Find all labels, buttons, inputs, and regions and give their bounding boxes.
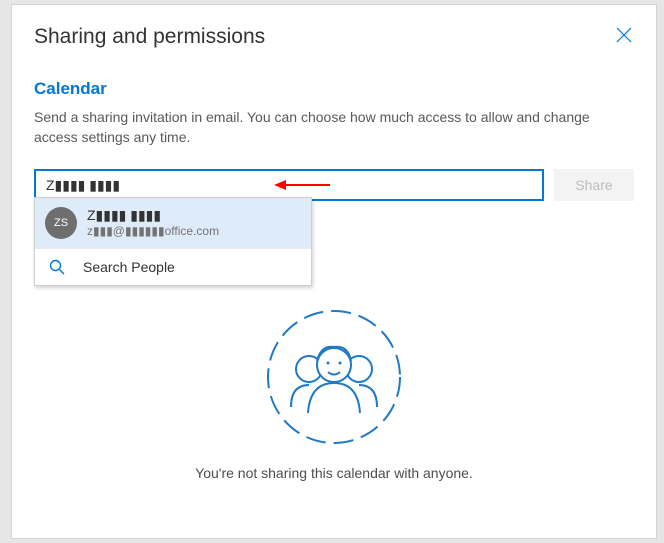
search-people-item[interactable]: Search People <box>35 248 311 285</box>
section-subtitle: Calendar <box>34 79 634 99</box>
search-people-label: Search People <box>83 259 175 275</box>
suggestion-item[interactable]: ZS Z▮▮▮▮ ▮▮▮▮ z▮▮▮@▮▮▮▮▮▮office.com <box>35 198 311 248</box>
suggestion-text: Z▮▮▮▮ ▮▮▮▮ z▮▮▮@▮▮▮▮▮▮office.com <box>87 206 219 240</box>
search-icon <box>49 259 65 275</box>
panel-header: Sharing and permissions <box>34 25 634 49</box>
suggestion-email: z▮▮▮@▮▮▮▮▮▮office.com <box>87 224 219 240</box>
empty-state-text: You're not sharing this calendar with an… <box>195 465 473 481</box>
close-icon[interactable] <box>614 25 634 48</box>
people-suggestions-dropdown: ZS Z▮▮▮▮ ▮▮▮▮ z▮▮▮@▮▮▮▮▮▮office.com Sear… <box>34 197 312 286</box>
panel-title: Sharing and permissions <box>34 25 265 49</box>
share-button[interactable]: Share <box>554 169 634 201</box>
avatar: ZS <box>45 207 77 239</box>
sharing-permissions-panel: Sharing and permissions Calendar Send a … <box>11 4 657 539</box>
people-illustration-icon <box>264 307 404 447</box>
suggestion-name: Z▮▮▮▮ ▮▮▮▮ <box>87 206 219 224</box>
section-description: Send a sharing invitation in email. You … <box>34 107 614 147</box>
empty-state-illustration: You're not sharing this calendar with an… <box>34 307 634 481</box>
